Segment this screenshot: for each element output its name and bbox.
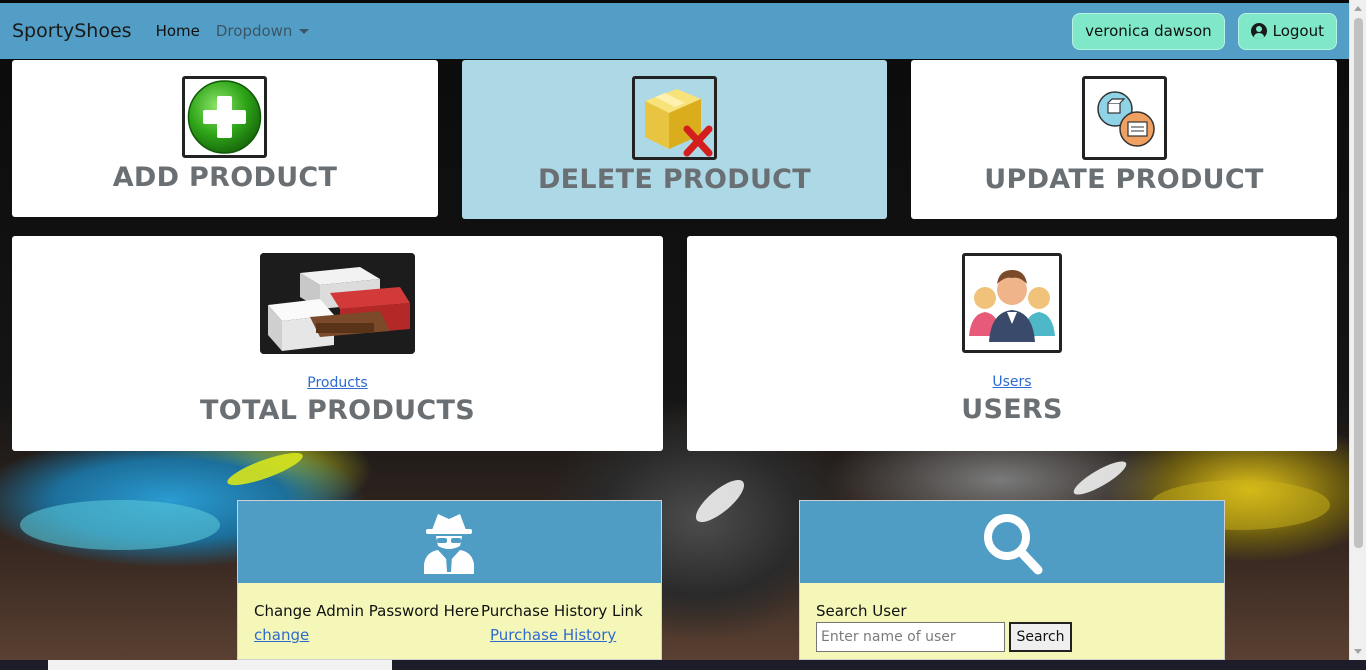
scrollbar-thumb[interactable] xyxy=(1354,18,1363,548)
scroll-down-icon[interactable] xyxy=(1354,649,1362,654)
nav-dropdown-label: Dropdown xyxy=(215,22,293,40)
shoe-boxes-image xyxy=(260,253,415,354)
change-password-link[interactable]: change xyxy=(254,626,309,644)
nav-dropdown-toggle[interactable]: Dropdown xyxy=(216,22,310,40)
search-user-panel: Search User Search xyxy=(799,500,1225,660)
search-user-label: Search User xyxy=(816,602,907,620)
logout-label: Logout xyxy=(1272,22,1324,40)
purchase-history-label: Purchase History Link xyxy=(481,602,643,620)
products-link[interactable]: Products xyxy=(12,375,663,391)
nav-home-link[interactable]: Home xyxy=(156,22,200,40)
search-panel-header xyxy=(800,501,1224,583)
search-user-input[interactable] xyxy=(816,622,1005,652)
delete-box-icon[interactable] xyxy=(632,76,717,160)
users-title: USERS xyxy=(961,394,1063,425)
admin-panel-header xyxy=(238,501,661,583)
search-button[interactable]: Search xyxy=(1009,622,1072,652)
user-circle-icon xyxy=(1250,23,1267,39)
plus-circle-icon[interactable] xyxy=(182,76,267,158)
users-card: Users USERS xyxy=(687,236,1337,451)
users-group-icon xyxy=(962,253,1062,353)
caret-down-icon xyxy=(299,28,310,34)
add-product-card[interactable]: ADD PRODUCT xyxy=(12,60,438,217)
update-product-card[interactable]: UPDATE PRODUCT xyxy=(911,60,1337,219)
delete-product-card[interactable]: DELETE PRODUCT xyxy=(462,60,887,219)
logout-button[interactable]: Logout xyxy=(1237,12,1337,50)
user-name-label: veronica dawson xyxy=(1085,22,1212,40)
spy-icon xyxy=(424,514,474,574)
brand-link[interactable]: SportyShoes xyxy=(12,20,132,42)
purchase-history-link[interactable]: Purchase History xyxy=(490,626,616,644)
taskbar-search[interactable] xyxy=(48,660,392,670)
total-products-card: Products TOTAL PRODUCTS xyxy=(12,236,663,451)
user-name-button[interactable]: veronica dawson xyxy=(1072,12,1225,50)
users-link[interactable]: Users xyxy=(687,374,1337,390)
scroll-up-icon[interactable] xyxy=(1354,6,1362,11)
update-boxes-icon[interactable] xyxy=(1082,76,1167,160)
taskbar xyxy=(0,660,1366,670)
change-password-label: Change Admin Password Here xyxy=(254,602,480,620)
magnifier-icon xyxy=(984,514,1043,575)
delete-product-title: DELETE PRODUCT xyxy=(537,164,812,195)
add-product-title: ADD PRODUCT xyxy=(112,162,338,193)
update-product-title: UPDATE PRODUCT xyxy=(984,164,1264,195)
page-scrollbar[interactable] xyxy=(1349,0,1366,660)
admin-panel: Change Admin Password Here change Purcha… xyxy=(237,500,662,660)
total-products-title: TOTAL PRODUCTS xyxy=(200,395,475,426)
navbar: SportyShoes Home Dropdown veronica dawso… xyxy=(0,3,1349,59)
